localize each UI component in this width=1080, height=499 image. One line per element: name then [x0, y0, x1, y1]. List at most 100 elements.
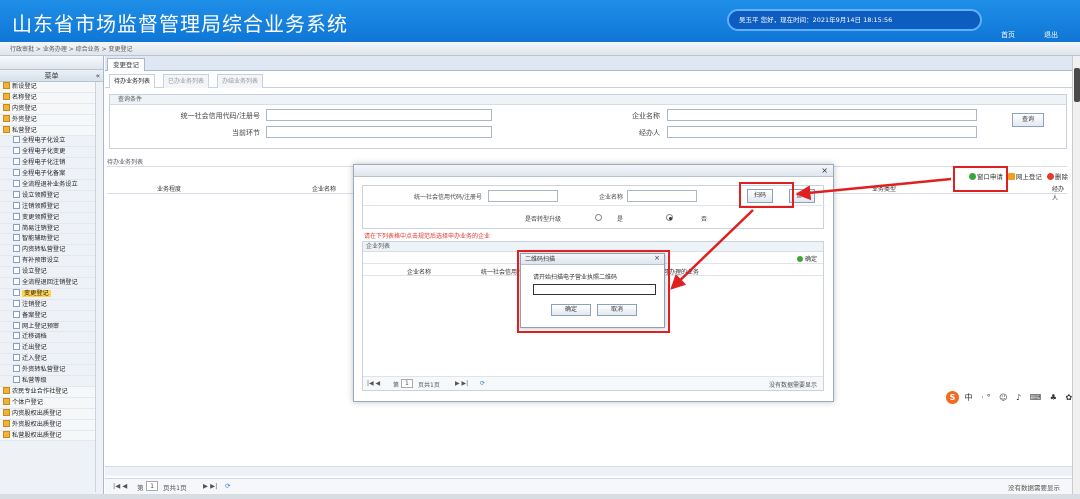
- handler-input[interactable]: [667, 126, 977, 138]
- dialog-company-input[interactable]: [627, 190, 697, 202]
- page-input[interactable]: 1: [146, 481, 159, 491]
- refresh-icon[interactable]: ⟳: [225, 482, 230, 490]
- page-scrollbar[interactable]: [1072, 56, 1080, 494]
- home-link[interactable]: 首页: [1001, 30, 1015, 40]
- first-page-icon[interactable]: |◀ ◀: [113, 482, 127, 490]
- scrollbar-thumb[interactable]: [1074, 68, 1080, 102]
- selection-hint: 请在下列表格中点击规范后选择申办业务的企业: [364, 233, 491, 240]
- subtab-completed[interactable]: 办结业务列表: [217, 74, 264, 88]
- sidebar-item[interactable]: 全程电子化变更: [0, 147, 103, 159]
- sidebar-list: 新设登记 名称登记 内资登记 外资登记私营登记 全程电子化设立全程电子化变更 全程电子化注…: [0, 82, 103, 442]
- page-icon: [13, 343, 20, 351]
- dialog-refresh-icon[interactable]: ⟳: [480, 380, 485, 387]
- sidebar-item[interactable]: 个体户登记: [0, 397, 103, 409]
- sidebar-item[interactable]: 设立登记: [0, 267, 103, 279]
- app-title: 山东省市场监督管理局综合业务系统: [12, 12, 348, 36]
- ime-logo-icon[interactable]: S: [946, 391, 959, 404]
- sidebar: 菜单 « 新设登记 名称登记 内资登记 外资登记私营登记 全程电子化设立全程电子化变更全…: [0, 56, 104, 494]
- col-company-name[interactable]: 企业名称: [407, 267, 431, 276]
- subtab-handled[interactable]: 已办业务列表: [163, 74, 210, 88]
- sidebar-item-label: 外资登记: [12, 115, 37, 123]
- col-handler[interactable]: 经办人: [1052, 184, 1067, 202]
- upgrade-no-radio[interactable]: [666, 214, 673, 221]
- dialog-uscc-input[interactable]: [488, 190, 558, 202]
- sidebar-item[interactable]: 迁入登记: [0, 354, 103, 366]
- welcome-banner: 吴玉平 您好，现在时间：2021年9月14日 18:15:56: [727, 9, 982, 31]
- query-button[interactable]: 查询: [1012, 113, 1044, 127]
- tab-change-registration[interactable]: 变更登记: [107, 58, 145, 71]
- col-stage[interactable]: 业务程度: [157, 184, 181, 193]
- sidebar-item[interactable]: 变更领照登记: [0, 212, 103, 224]
- sidebar-item[interactable]: 全程电子化备案: [0, 169, 103, 181]
- handler-label: 经办人: [639, 129, 660, 137]
- sidebar-item[interactable]: 私营登记: [0, 125, 103, 137]
- sidebar-item[interactable]: 变更登记: [0, 288, 103, 300]
- subtab-pending[interactable]: 待办业务列表: [109, 74, 156, 88]
- sidebar-item[interactable]: 外资转私营登记: [0, 365, 103, 377]
- folder-icon: [3, 397, 10, 405]
- sidebar-item[interactable]: 全流程退补业务设立: [0, 180, 103, 191]
- sidebar-item[interactable]: 私营等级: [0, 376, 103, 387]
- sidebar-item-label: 变更登记: [22, 289, 51, 297]
- sidebar-item[interactable]: 设立领照登记: [0, 190, 103, 202]
- col-business-type[interactable]: 业务类型: [872, 184, 896, 193]
- logout-link[interactable]: 退出: [1044, 30, 1058, 40]
- sidebar-item-label: 个体户登记: [12, 398, 43, 406]
- sidebar-item[interactable]: 简易注销登记: [0, 223, 103, 235]
- dialog-next-page-icon[interactable]: ▶ ▶|: [455, 380, 468, 387]
- sidebar-item-label: 设立登记: [22, 268, 47, 276]
- sidebar-item[interactable]: 内资转私营登记: [0, 245, 103, 257]
- sidebar-item[interactable]: 内资股权出质登记: [0, 408, 103, 420]
- page-icon: [13, 321, 20, 329]
- sidebar-item-label: 简易注销登记: [22, 224, 60, 232]
- collapse-icon[interactable]: «: [96, 70, 100, 82]
- ime-toolbar[interactable]: S 中 ·° ☺ ♪ ⌨ ♣ ✿ ▦: [946, 391, 1080, 404]
- sidebar-item[interactable]: 全流程退回注销登记: [0, 278, 103, 289]
- next-page-icon[interactable]: ▶ ▶|: [203, 482, 217, 490]
- sidebar-item[interactable]: 私营股权出质登记: [0, 430, 103, 442]
- sidebar-item[interactable]: 农民专业合作社登记: [0, 386, 103, 398]
- upgrade-yes-radio[interactable]: [595, 214, 602, 221]
- col-company[interactable]: 企业名称: [312, 184, 336, 193]
- sidebar-scrollbar[interactable]: [95, 82, 103, 492]
- stage-input[interactable]: [266, 126, 492, 138]
- page-icon: [13, 245, 20, 253]
- horizontal-scrollbar[interactable]: [105, 466, 1072, 476]
- sidebar-item[interactable]: 全程电子化设立: [0, 136, 103, 148]
- folder-icon: [3, 125, 10, 133]
- confirm-selection-button[interactable]: 确定: [797, 254, 817, 263]
- page-icon: [13, 180, 20, 188]
- close-icon[interactable]: ×: [821, 166, 828, 175]
- sidebar-item[interactable]: 智能辅助登记: [0, 234, 103, 246]
- sidebar-item[interactable]: 内资登记: [0, 103, 103, 115]
- sidebar-item[interactable]: 全程电子化注销: [0, 158, 103, 170]
- sidebar-item-label: 变更领照登记: [22, 213, 60, 221]
- sidebar-item[interactable]: 备案登记: [0, 310, 103, 322]
- sidebar-item[interactable]: 外资登记: [0, 114, 103, 126]
- subtab-bar: 待办业务列表 已办业务列表 办结业务列表: [105, 72, 1072, 88]
- page-icon: [13, 365, 20, 373]
- dialog-first-page-icon[interactable]: |◀ ◀: [367, 380, 380, 387]
- sidebar-item-label: 全程电子化设立: [22, 137, 66, 145]
- sidebar-menu-header[interactable]: 菜单 «: [0, 70, 103, 82]
- sidebar-item[interactable]: 注销登记: [0, 299, 103, 311]
- folder-icon: [3, 386, 10, 394]
- dialog-page-suffix: 页共1页: [418, 382, 440, 389]
- company-input[interactable]: [667, 109, 977, 121]
- page-icon: [13, 147, 20, 155]
- sidebar-item-label: 迁出登记: [22, 344, 47, 352]
- sidebar-item[interactable]: 迁出登记: [0, 343, 103, 355]
- sidebar-item[interactable]: 迁移调档: [0, 332, 103, 344]
- page-prefix: 第: [137, 484, 144, 492]
- sidebar-item[interactable]: 网上登记预审: [0, 321, 103, 333]
- uscc-input[interactable]: [266, 109, 492, 121]
- dialog-page-input[interactable]: 1: [401, 379, 413, 388]
- sidebar-item-label: 内资股权出质登记: [12, 409, 62, 417]
- delete-button[interactable]: 删除: [1047, 171, 1068, 181]
- sidebar-item[interactable]: 新设登记: [0, 82, 103, 93]
- sidebar-item[interactable]: 注销领照登记: [0, 201, 103, 213]
- sidebar-item[interactable]: 有补预审设立: [0, 256, 103, 268]
- sidebar-item[interactable]: 名称登记: [0, 92, 103, 104]
- sidebar-item[interactable]: 外资股权出质登记: [0, 419, 103, 431]
- online-register-button[interactable]: 网上登记: [1007, 171, 1042, 181]
